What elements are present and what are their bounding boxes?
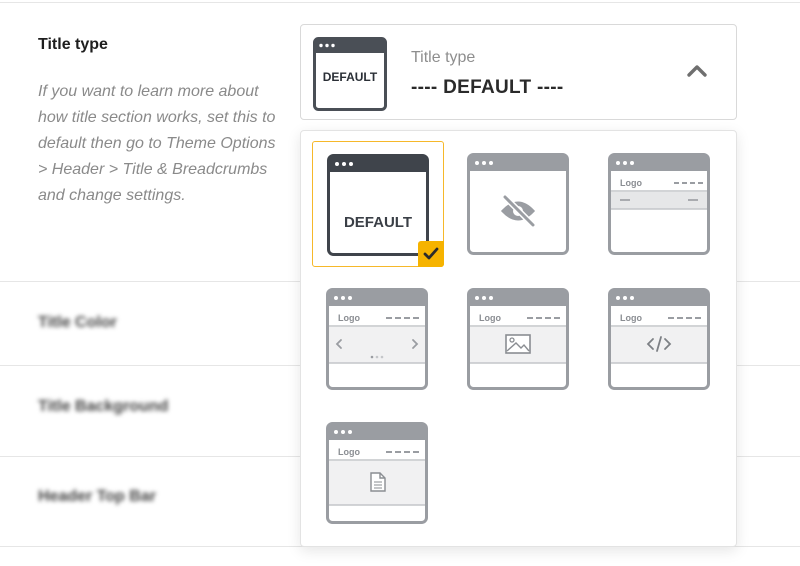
- option-default-text: DEFAULT: [343, 214, 413, 231]
- code-layout-icon: [608, 288, 710, 390]
- row-label-title-background: Title Background: [38, 398, 169, 415]
- option-code-logo: Logo: [620, 313, 642, 323]
- image-layout-icon: [467, 288, 569, 390]
- image-icon: [505, 334, 531, 354]
- page-layout-icon: [326, 422, 428, 524]
- option-image[interactable]: Logo: [453, 276, 585, 402]
- option-solid[interactable]: Logo: [594, 141, 726, 267]
- hidden-layout-icon: [467, 153, 569, 255]
- option-solid-logo: Logo: [620, 178, 642, 188]
- chevron-up-icon[interactable]: [686, 63, 708, 79]
- document-icon: [370, 472, 386, 492]
- select-value: ---- DEFAULT ----: [411, 77, 564, 98]
- title-type-select[interactable]: DEFAULT Title type ---- DEFAULT ----: [300, 24, 737, 120]
- select-label: Title type: [411, 49, 476, 66]
- check-icon: [418, 241, 444, 267]
- option-page-logo: Logo: [338, 447, 360, 457]
- title-type-dropdown: DEFAULT Logo Logo Logo Logo Logo: [300, 130, 737, 547]
- option-default[interactable]: DEFAULT: [312, 141, 444, 267]
- row-label-header-top-bar: Header Top Bar: [38, 488, 156, 505]
- option-page[interactable]: Logo: [312, 410, 444, 536]
- option-hidden[interactable]: [453, 141, 585, 267]
- divider-top: [0, 2, 800, 3]
- thumbnail-text: DEFAULT: [322, 70, 378, 84]
- option-image-logo: Logo: [479, 313, 501, 323]
- option-slider[interactable]: Logo: [312, 276, 444, 402]
- default-layout-icon: [327, 154, 429, 256]
- row-label-title-color: Title Color: [38, 314, 117, 331]
- option-slider-logo: Logo: [338, 313, 360, 323]
- solid-layout-icon: [608, 153, 710, 255]
- slider-layout-icon: [326, 288, 428, 390]
- setting-label: Title type: [38, 36, 108, 53]
- setting-description: If you want to learn more about how titl…: [38, 83, 276, 204]
- selected-thumbnail: DEFAULT: [313, 37, 387, 111]
- option-custom-code[interactable]: Logo: [594, 276, 726, 402]
